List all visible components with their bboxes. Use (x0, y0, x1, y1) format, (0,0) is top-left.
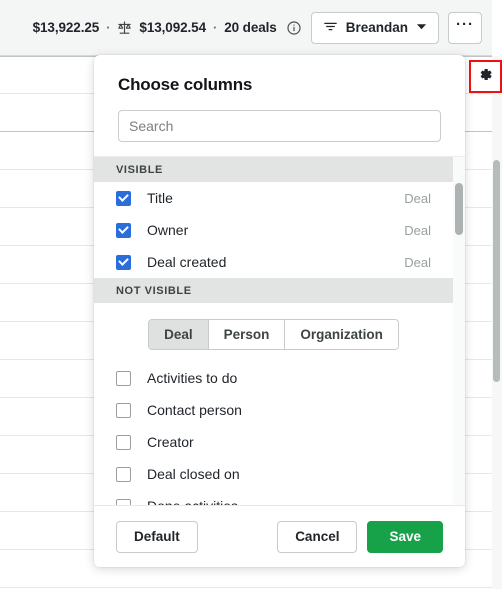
search-container (94, 95, 465, 156)
section-header-visible: VISIBLE (94, 157, 453, 182)
toolbar: $13,922.25 · $13,092.54 · 20 deals Brean… (0, 0, 492, 56)
column-label: Title (147, 190, 173, 206)
columns-list: VISIBLE Title Deal Owner Deal Deal creat… (94, 157, 465, 505)
separator-dot: · (106, 20, 111, 35)
column-type: Deal (404, 222, 431, 238)
column-item-title[interactable]: Title Deal (94, 182, 453, 214)
tab-organization[interactable]: Organization (285, 320, 398, 349)
column-item-activities-to-do[interactable]: Activities to do (94, 362, 453, 394)
column-label: Activities to do (147, 370, 238, 386)
tab-person[interactable]: Person (208, 320, 286, 349)
tab-deal[interactable]: Deal (149, 320, 209, 349)
checkbox-owner[interactable] (116, 222, 131, 238)
columns-scroll-region: VISIBLE Title Deal Owner Deal Deal creat… (94, 156, 465, 505)
save-button[interactable]: Save (367, 520, 443, 553)
column-label: Owner (147, 222, 189, 238)
columns-scrollbar-track[interactable] (453, 157, 465, 505)
column-type: Deal (404, 254, 431, 270)
entity-tabs-container: Deal Person Organization (94, 303, 453, 362)
footer-actions: Cancel Save (277, 520, 443, 553)
chevron-down-icon (416, 20, 427, 35)
deals-count: 20 deals (224, 20, 277, 35)
entity-tabs: Deal Person Organization (148, 319, 399, 350)
column-settings-button[interactable] (469, 60, 502, 93)
dialog-footer: Default Cancel Save (94, 505, 465, 567)
search-input[interactable] (118, 110, 441, 142)
column-item-deal-created[interactable]: Deal created Deal (94, 246, 453, 278)
column-item-deal-closed-on[interactable]: Deal closed on (94, 458, 453, 490)
info-icon[interactable] (286, 20, 302, 36)
column-label: Done activities (147, 498, 238, 505)
cancel-button[interactable]: Cancel (277, 520, 358, 553)
section-header-not-visible: NOT VISIBLE (94, 278, 453, 303)
dialog-header: Choose columns (94, 55, 465, 95)
column-label: Creator (147, 434, 194, 450)
checkbox-deal-closed-on[interactable] (116, 466, 131, 482)
checkbox-deal-created[interactable] (116, 254, 131, 270)
checkbox-contact-person[interactable] (116, 402, 131, 418)
page-scrollbar-thumb[interactable] (493, 160, 500, 382)
default-button[interactable]: Default (116, 520, 198, 553)
filter-icon (323, 19, 338, 37)
filter-button-label: Breandan (345, 20, 408, 35)
more-options-button[interactable]: ··· (448, 11, 482, 44)
checkbox-activities-to-do[interactable] (116, 370, 131, 386)
checkbox-creator[interactable] (116, 434, 131, 450)
total-value: $13,922.25 (32, 20, 100, 35)
weighted-value: $13,092.54 (139, 20, 206, 35)
column-item-creator[interactable]: Creator (94, 426, 453, 458)
checkbox-title[interactable] (116, 190, 131, 206)
app-root: $13,922.25 · $13,092.54 · 20 deals Brean… (0, 0, 502, 589)
column-label: Deal created (147, 254, 227, 270)
dialog-title: Choose columns (118, 75, 253, 94)
column-item-done-activities[interactable]: Done activities (94, 490, 453, 505)
checkbox-done-activities[interactable] (116, 498, 131, 505)
deal-summary: $13,922.25 · $13,092.54 · 20 deals (33, 20, 302, 36)
column-type: Deal (404, 190, 431, 206)
filter-button[interactable]: Breandan (310, 11, 439, 44)
ellipsis-icon: ··· (456, 16, 474, 33)
scale-icon (117, 20, 132, 35)
column-item-owner[interactable]: Owner Deal (94, 214, 453, 246)
columns-scrollbar-thumb[interactable] (455, 183, 463, 235)
gear-icon (477, 66, 494, 88)
column-label: Contact person (147, 402, 242, 418)
page-scrollbar-track[interactable] (492, 56, 502, 589)
separator-dot-2: · (212, 20, 218, 35)
choose-columns-dialog: Choose columns VISIBLE Title Deal Owner … (94, 55, 465, 567)
column-label: Deal closed on (147, 466, 240, 482)
column-item-contact-person[interactable]: Contact person (94, 394, 453, 426)
